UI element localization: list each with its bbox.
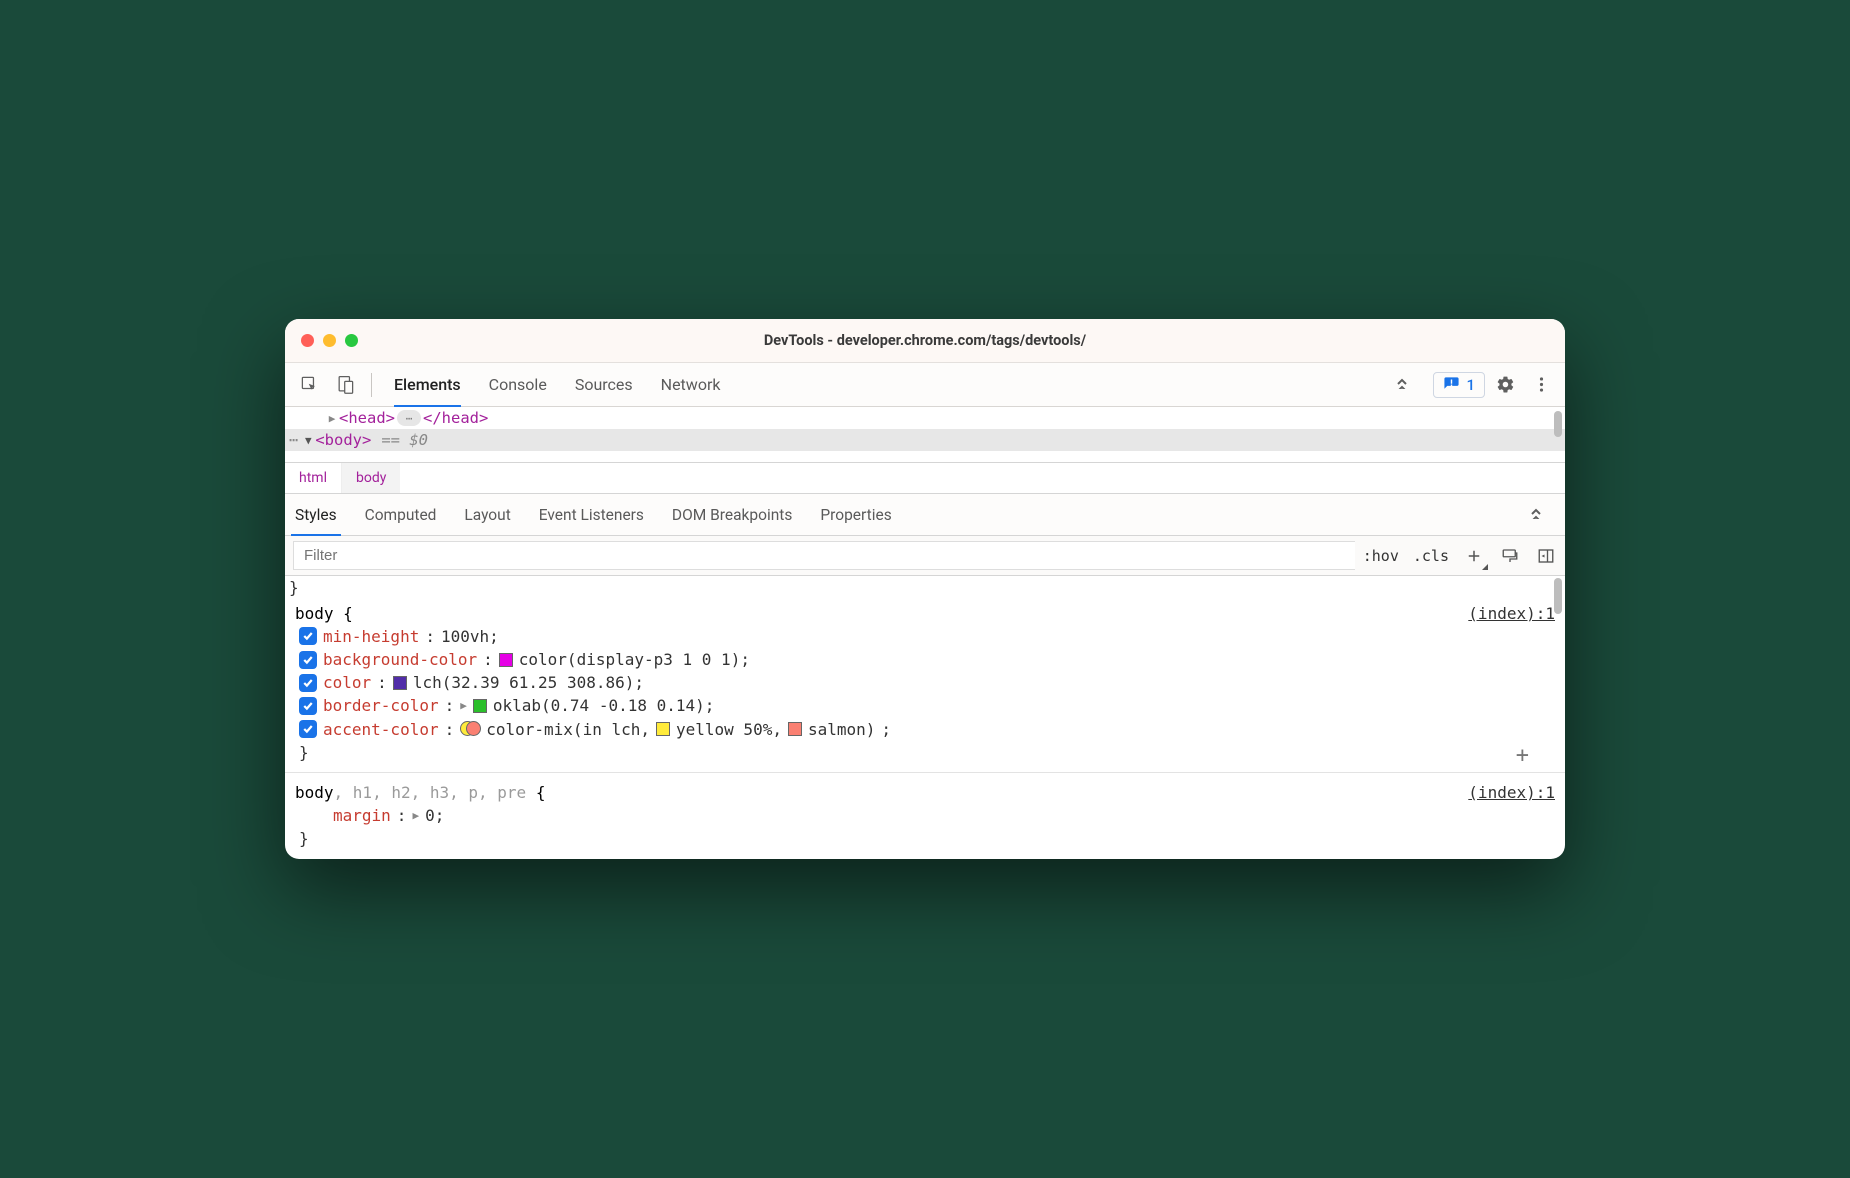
property-name[interactable]: min-height [323, 625, 419, 648]
panel-tab-sources[interactable]: Sources [575, 363, 633, 406]
expand-arrow-icon[interactable]: ▼ [301, 434, 315, 447]
inspect-element-icon[interactable] [293, 369, 325, 401]
color-swatch-icon[interactable] [499, 653, 513, 667]
more-subtabs-icon[interactable] [1519, 507, 1555, 523]
dom-tree[interactable]: ▶ <head> ⋯ </head> ⋯ ▼ <body> == $0 [285, 407, 1565, 463]
issues-count: 1 [1466, 376, 1475, 394]
settings-gear-icon[interactable] [1489, 369, 1521, 401]
toolbar-divider [371, 373, 372, 397]
declaration-checkbox[interactable] [299, 720, 317, 738]
prev-rule-close-brace: } [285, 576, 1565, 599]
property-value[interactable]: 100vh; [441, 625, 499, 648]
property-name[interactable]: border-color [323, 694, 439, 717]
selector[interactable]: body, h1, h2, h3, p, pre { [295, 781, 545, 804]
selector[interactable]: body { [295, 602, 353, 625]
color-swatch-icon[interactable] [473, 699, 487, 713]
style-declaration[interactable]: background-color:color(display-p3 1 0 1)… [295, 648, 1555, 671]
expand-property-icon[interactable]: ▶ [412, 808, 419, 824]
cls-toggle[interactable]: .cls [1413, 547, 1449, 565]
subtab-properties[interactable]: Properties [820, 494, 891, 535]
style-declaration[interactable]: min-height:100vh; [295, 625, 1555, 648]
color-swatch-icon[interactable] [788, 722, 802, 736]
style-declaration[interactable]: accent-color:color-mix(in lch, yellow 50… [295, 718, 1555, 741]
close-brace: } [295, 741, 1555, 764]
style-declaration[interactable]: margin:▶0; [295, 804, 1555, 827]
declaration-checkbox[interactable] [299, 627, 317, 645]
subtab-computed[interactable]: Computed [365, 494, 437, 535]
subtab-event-listeners[interactable]: Event Listeners [539, 494, 644, 535]
styles-filter-input[interactable] [293, 541, 1355, 570]
panel-tab-network[interactable]: Network [661, 363, 721, 406]
window-title: DevTools - developer.chrome.com/tags/dev… [285, 332, 1565, 349]
property-name[interactable]: accent-color [323, 718, 439, 741]
kebab-menu-icon[interactable] [1525, 369, 1557, 401]
paint-styles-icon[interactable] [1499, 545, 1521, 567]
add-declaration-icon[interactable]: + [1516, 740, 1529, 772]
collapsed-ellipsis-icon[interactable]: ⋯ [397, 410, 421, 426]
dom-node-head[interactable]: ▶ <head> ⋯ </head> [285, 407, 1565, 429]
style-declaration[interactable]: color:lch(32.39 61.25 308.86); [295, 671, 1555, 694]
selection-elipsis-icon: ⋯ [289, 431, 299, 449]
devtools-window: DevTools - developer.chrome.com/tags/dev… [285, 319, 1565, 858]
declaration-checkbox[interactable] [299, 697, 317, 715]
console-ref: == $0 [381, 431, 428, 449]
panel-tabs: Elements Console Sources Network [382, 363, 1381, 406]
subtab-styles[interactable]: Styles [295, 494, 337, 535]
subtab-dom-breakpoints[interactable]: DOM Breakpoints [672, 494, 792, 535]
rule-divider [285, 772, 1565, 773]
main-toolbar: Elements Console Sources Network 1 [285, 363, 1565, 407]
breadcrumb-html[interactable]: html [285, 463, 341, 493]
styles-subtabs: Styles Computed Layout Event Listeners DOM B… [285, 494, 1565, 536]
close-brace: } [295, 827, 1555, 850]
source-link[interactable]: (index):1 [1468, 781, 1555, 804]
color-swatch-icon[interactable] [393, 676, 407, 690]
titlebar: DevTools - developer.chrome.com/tags/dev… [285, 319, 1565, 363]
style-rule: body, h1, h2, h3, p, pre { (index):1 margi… [285, 779, 1565, 853]
property-value[interactable]: lch(32.39 61.25 308.86); [413, 671, 644, 694]
breadcrumb-body[interactable]: body [341, 463, 400, 493]
declaration-checkbox[interactable] [299, 674, 317, 692]
close-window-button[interactable] [301, 334, 314, 347]
traffic-lights [285, 334, 358, 347]
declaration-checkbox[interactable] [299, 651, 317, 669]
expand-property-icon[interactable]: ▶ [460, 698, 467, 714]
breadcrumb: htmlbody [285, 463, 1565, 494]
computed-sidebar-toggle-icon[interactable] [1535, 545, 1557, 567]
property-value[interactable]: yellow 50%, [676, 718, 782, 741]
dom-cutoff [285, 451, 1565, 463]
property-value[interactable]: 0; [425, 804, 444, 827]
subtab-layout[interactable]: Layout [464, 494, 510, 535]
expand-arrow-icon[interactable]: ▶ [325, 412, 339, 425]
device-toolbar-icon[interactable] [329, 369, 361, 401]
panel-tab-console[interactable]: Console [489, 363, 547, 406]
styles-pane: } body {(index):1min-height:100vh;backgr… [285, 576, 1565, 858]
hover-toggle[interactable]: :hov [1363, 547, 1399, 565]
panel-tab-elements[interactable]: Elements [394, 363, 461, 406]
issues-badge[interactable]: 1 [1433, 372, 1485, 398]
style-declaration[interactable]: border-color:▶oklab(0.74 -0.18 0.14); [295, 694, 1555, 717]
property-name[interactable]: background-color [323, 648, 477, 671]
property-name[interactable]: color [323, 671, 371, 694]
property-value[interactable]: oklab(0.74 -0.18 0.14); [493, 694, 715, 717]
styles-filter-bar: :hov .cls [285, 536, 1565, 576]
color-mix-swatch-icon[interactable] [460, 721, 480, 737]
new-style-rule-icon[interactable] [1463, 545, 1485, 567]
dom-node-body[interactable]: ⋯ ▼ <body> == $0 [285, 429, 1565, 451]
property-value[interactable]: color-mix(in lch, [486, 718, 650, 741]
property-name[interactable]: margin [333, 804, 391, 827]
property-value[interactable]: salmon) [808, 718, 875, 741]
style-rule: body { (index):1min-height:100vh;backgrou… [285, 600, 1565, 766]
dom-scrollbar[interactable] [1554, 411, 1562, 437]
color-swatch-icon[interactable] [656, 722, 670, 736]
more-panels-icon[interactable] [1385, 377, 1421, 393]
minimize-window-button[interactable] [323, 334, 336, 347]
property-value[interactable]: color(display-p3 1 0 1); [519, 648, 750, 671]
source-link[interactable]: (index):1 [1468, 602, 1555, 625]
zoom-window-button[interactable] [345, 334, 358, 347]
